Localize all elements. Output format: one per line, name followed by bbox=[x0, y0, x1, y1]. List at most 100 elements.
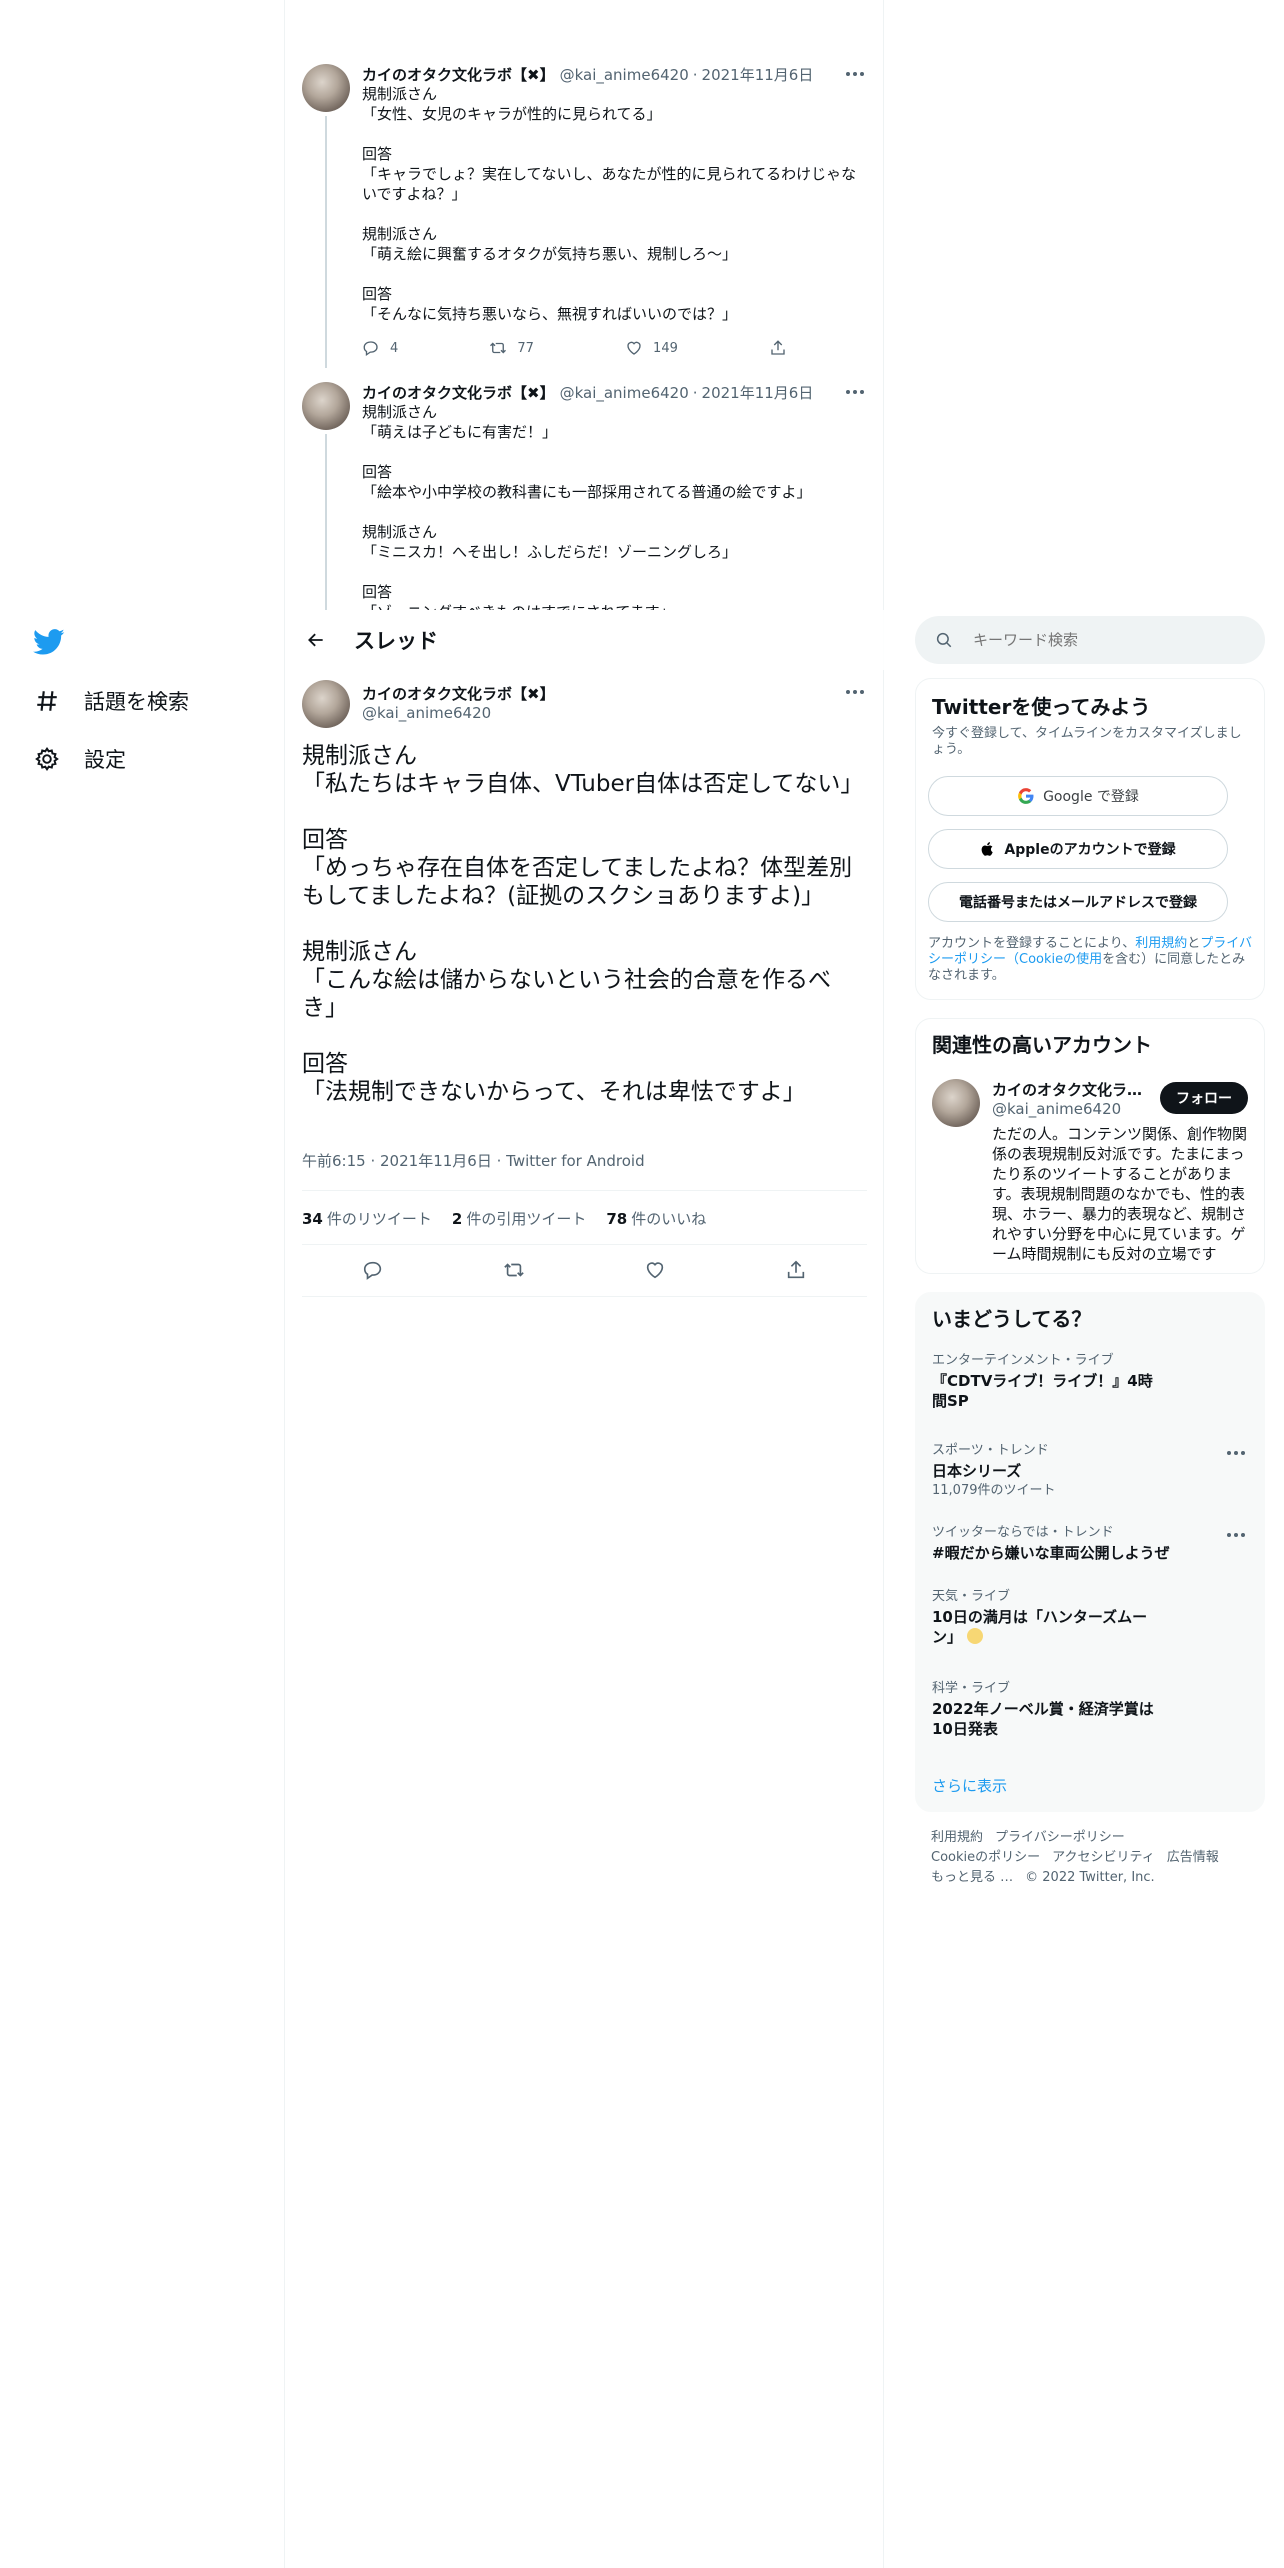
author-handle[interactable]: @kai_anime6420 bbox=[362, 704, 491, 722]
phone-email-signup-button[interactable]: 電話番号またはメールアドレスで登録 bbox=[928, 882, 1228, 922]
apple-signup-button[interactable]: Appleのアカウントで登録 bbox=[928, 829, 1228, 869]
signup-terms: アカウントを登録することにより、利用規約とプライバシーポリシー（Cookieの使… bbox=[928, 936, 1252, 984]
more-icon[interactable] bbox=[843, 684, 867, 700]
author-name[interactable]: カイのオタク文化ラボ【✖】 bbox=[362, 382, 555, 403]
avatar[interactable] bbox=[932, 1079, 980, 1127]
footer-accessibility-link[interactable]: アクセシビリティ bbox=[1052, 1850, 1155, 1865]
separator-dot: · bbox=[370, 1152, 381, 1170]
more-icon[interactable] bbox=[843, 66, 867, 82]
trends-card: いまどうしてる？ エンターテインメント・ライブ 『CDTVライブ！ライブ！』4時… bbox=[915, 1292, 1265, 1812]
phone-email-signup-label: 電話番号またはメールアドレスで登録 bbox=[959, 895, 1197, 911]
thread-tweet[interactable]: カイのオタク文化ラボ【✖】 @kai_anime6420 · 2021年11月6… bbox=[302, 64, 867, 368]
retweet-button[interactable] bbox=[503, 1259, 525, 1281]
follow-button[interactable]: フォロー bbox=[1160, 1082, 1248, 1114]
retweets-stat[interactable]: 34 件のリツイート bbox=[302, 1208, 432, 1229]
google-signup-label: Google で登録 bbox=[1043, 789, 1139, 805]
reply-button[interactable] bbox=[362, 1259, 384, 1281]
author-name[interactable]: カイのオタク文化ラボ【✖】 bbox=[362, 64, 555, 85]
trend-title: 10日の満月は「ハンターズムーン」 bbox=[932, 1607, 1167, 1647]
gear-icon bbox=[30, 742, 64, 776]
avatar[interactable] bbox=[302, 680, 350, 728]
signup-card: Twitterを使ってみよう 今すぐ登録して、タイムラインをカスタマイズしましょ… bbox=[915, 678, 1265, 1000]
share-button[interactable] bbox=[769, 339, 787, 357]
nav-settings[interactable]: 設定 bbox=[30, 739, 126, 779]
likes-stat[interactable]: 78 件のいいね bbox=[606, 1208, 706, 1229]
right-sidebar: Twitterを使ってみよう 今すぐ登録して、タイムラインをカスタマイズしましょ… bbox=[915, 0, 1265, 2568]
nav-explore[interactable]: 話題を検索 bbox=[30, 681, 189, 721]
trend-title: 2022年ノーベル賞・経済学賞は10日発表 bbox=[932, 1700, 1154, 1738]
show-more-link[interactable]: さらに表示 bbox=[932, 1775, 1007, 1796]
quotes-label: 件の引用ツイート bbox=[466, 1209, 587, 1228]
footer-more-link[interactable]: もっと見る … bbox=[931, 1870, 1013, 1885]
trend-item[interactable]: 天気・ライブ 10日の満月は「ハンターズムーン」 bbox=[932, 1589, 1248, 1647]
retweets-count: 34 bbox=[302, 1209, 323, 1228]
tweet-source[interactable]: Twitter for Android bbox=[506, 1152, 644, 1170]
share-icon bbox=[788, 1260, 805, 1279]
share-button[interactable] bbox=[785, 1259, 807, 1281]
nav-settings-label: 設定 bbox=[84, 748, 126, 772]
terms-text: アカウントを登録することにより、 bbox=[928, 936, 1136, 951]
tweet-text: 規制派さん 「女性、女児のキャラが性的に見られてる」 回答 「キャラでしょ？実在… bbox=[362, 85, 857, 323]
related-account-name[interactable]: カイのオタク文化ラボ【✖】 bbox=[992, 1079, 1146, 1100]
trend-item[interactable]: スポーツ・トレンド 日本シリーズ 11,079件のツイート bbox=[932, 1443, 1248, 1499]
footer-privacy-link[interactable]: プライバシーポリシー bbox=[995, 1830, 1125, 1845]
divider bbox=[302, 1190, 867, 1191]
search-input[interactable] bbox=[973, 631, 1233, 649]
more-icon[interactable] bbox=[843, 384, 867, 400]
avatar[interactable] bbox=[302, 64, 350, 112]
thread-tweet[interactable]: カイのオタク文化ラボ【✖】 @kai_anime6420 · 2021年11月6… bbox=[302, 382, 867, 610]
trends-title: いまどうしてる？ bbox=[932, 1307, 1092, 1331]
nav-explore-label: 話題を検索 bbox=[84, 690, 189, 714]
tweet-actions: 4 77 149 bbox=[362, 336, 787, 360]
retweet-button[interactable]: 77 bbox=[489, 339, 534, 357]
trend-item[interactable]: 科学・ライブ 2022年ノーベル賞・経済学賞は10日発表 bbox=[932, 1681, 1248, 1739]
trend-category: ツイッターならでは・トレンド bbox=[932, 1525, 1114, 1540]
twitter-logo-icon[interactable] bbox=[33, 626, 65, 658]
back-arrow-icon bbox=[308, 633, 323, 647]
related-account-handle[interactable]: @kai_anime6420 bbox=[992, 1100, 1121, 1118]
thread-line bbox=[325, 116, 327, 368]
apple-signup-label: Appleのアカウントで登録 bbox=[1004, 842, 1176, 858]
likes-count: 78 bbox=[606, 1209, 628, 1228]
back-button[interactable] bbox=[298, 622, 334, 658]
trend-item[interactable]: エンターテインメント・ライブ 『CDTVライブ！ライブ！』4時間SP bbox=[932, 1353, 1248, 1411]
like-button[interactable] bbox=[644, 1259, 666, 1281]
tweet-date[interactable]: 2021年11月6日 bbox=[380, 1152, 492, 1170]
left-nav: 話題を検索 設定 bbox=[0, 0, 285, 2568]
trend-title: 『CDTVライブ！ライブ！』4時間SP bbox=[932, 1372, 1153, 1410]
tweet-actions bbox=[302, 1244, 867, 1296]
reply-button[interactable]: 4 bbox=[362, 339, 398, 357]
trend-item[interactable]: ツイッターならでは・トレンド #暇だから嫌いな車両公開しようぜ bbox=[932, 1525, 1248, 1563]
quotes-count: 2 bbox=[451, 1209, 463, 1228]
more-icon[interactable] bbox=[1224, 1527, 1248, 1543]
author-handle[interactable]: @kai_anime6420 bbox=[560, 66, 689, 84]
author-handle[interactable]: @kai_anime6420 bbox=[560, 384, 689, 402]
more-icon[interactable] bbox=[1224, 1445, 1248, 1461]
main-column: カイのオタク文化ラボ【✖】 @kai_anime6420 · 2021年11月6… bbox=[286, 0, 884, 2568]
retweet-icon bbox=[504, 1263, 524, 1277]
tweet-time[interactable]: 午前6:15 bbox=[302, 1152, 366, 1170]
terms-text: と bbox=[1187, 936, 1201, 951]
retweets-label: 件のリツイート bbox=[326, 1209, 432, 1228]
trend-category: エンターテインメント・ライブ bbox=[932, 1353, 1114, 1368]
google-signup-button[interactable]: Google で登録 bbox=[928, 776, 1228, 816]
like-button[interactable]: 149 bbox=[625, 339, 678, 357]
google-icon bbox=[1018, 788, 1034, 804]
page-title: スレッド bbox=[354, 629, 438, 653]
full-moon-icon bbox=[967, 1628, 984, 1644]
share-icon bbox=[771, 340, 785, 355]
footer-terms-link[interactable]: 利用規約 bbox=[931, 1830, 983, 1845]
author-name[interactable]: カイのオタク文化ラボ【✖】 bbox=[362, 683, 555, 704]
tweet-date[interactable]: 2021年11月6日 bbox=[702, 64, 814, 85]
terms-link[interactable]: 利用規約 bbox=[1135, 936, 1187, 951]
tweet-text: 規制派さん 「私たちはキャラ自体、VTuber自体は否定してない」 回答 「めっ… bbox=[302, 743, 864, 1105]
reply-icon bbox=[363, 1261, 381, 1280]
thread-line bbox=[325, 434, 327, 610]
quotes-stat[interactable]: 2 件の引用ツイート bbox=[452, 1208, 586, 1229]
search-box[interactable] bbox=[915, 616, 1265, 664]
footer-ads-link[interactable]: 広告情報 bbox=[1167, 1850, 1219, 1865]
tweet-date[interactable]: 2021年11月6日 bbox=[702, 382, 814, 403]
likes-label: 件のいいね bbox=[631, 1209, 707, 1228]
avatar[interactable] bbox=[302, 382, 350, 430]
footer-cookie-link[interactable]: Cookieのポリシー bbox=[931, 1850, 1040, 1865]
